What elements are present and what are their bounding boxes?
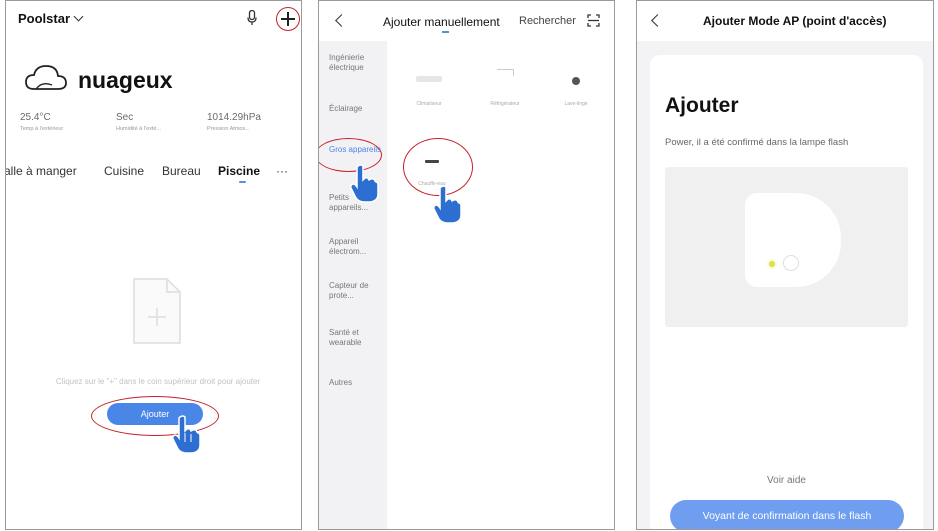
device-refrigerateur[interactable]: Réfrigérateur (475, 101, 535, 107)
led-indicator (769, 261, 775, 267)
sidebar-item-appareil-electrom[interactable]: Appareil électrom... (329, 237, 387, 257)
category-sidebar: Ingénierie électrique Éclairage Gros app… (319, 41, 387, 529)
hand-pointer-icon (433, 185, 462, 224)
cloud-icon (25, 65, 67, 90)
humidity-stat: Sec Humidité à l'exté... (116, 112, 161, 132)
sidebar-item-sante[interactable]: Santé et wearable (329, 328, 387, 348)
tab-bureau[interactable]: Bureau (162, 164, 201, 178)
page-title: Ajouter Mode AP (point d'accès) (703, 14, 887, 28)
temperature-label: Temp à l'extérieur (20, 126, 64, 132)
title-text: Ajouter (703, 14, 745, 28)
pressure-stat: 1014.29hPa Pression Atmos... (207, 112, 261, 132)
home-screen-panel: Poolstar nuageux 25.4°C Temp à l'extérie… (5, 0, 302, 530)
temperature-value: 25.4°C (20, 112, 51, 123)
tab-cuisine[interactable]: Cuisine (104, 164, 144, 178)
active-tab-indicator (239, 181, 246, 183)
page-title: Ajouter manuellement (383, 15, 500, 29)
sidebar-item-capteur[interactable]: Capteur de prote... (329, 281, 387, 301)
humidity-value: Sec (116, 112, 134, 123)
chevron-down-icon (73, 11, 84, 22)
pressure-label: Pression Atmos... (207, 126, 250, 132)
sidebar-item-ingenierie[interactable]: Ingénierie électrique (329, 53, 387, 73)
plus-icon[interactable] (276, 7, 300, 31)
temperature-stat: 25.4°C Temp à l'extérieur (20, 112, 63, 132)
microphone-icon[interactable] (247, 10, 257, 26)
washing-machine-icon (572, 77, 580, 85)
home-name: Poolstar (18, 11, 71, 26)
confirm-flash-button[interactable]: Voyant de confirmation dans le flash (670, 500, 904, 529)
hand-pointer-icon (172, 415, 201, 454)
tab-salle-a-manger[interactable]: alle à manger (6, 164, 77, 178)
help-link[interactable]: Voir aide (650, 475, 923, 486)
scan-icon[interactable] (587, 14, 600, 27)
mode-selector[interactable]: Mode AP (point d'accès) (748, 14, 886, 28)
button-ring (783, 255, 799, 271)
device-lave-linge[interactable]: Lave-linge (546, 101, 606, 107)
hand-pointer-icon (350, 164, 379, 203)
humidity-label: Humidité à l'exté... (116, 126, 162, 132)
more-rooms-button[interactable]: ··· (276, 164, 288, 178)
tab-piscine[interactable]: Piscine (218, 164, 260, 178)
search-tab[interactable]: Rechercher (519, 15, 576, 27)
empty-state-hint: Cliquez sur le "+" dans le coin supérieu… (55, 377, 261, 386)
ap-mode-panel: Ajouter Mode AP (point d'accès) Ajouter … (636, 0, 934, 530)
lamp-device (745, 193, 841, 287)
back-arrow-icon[interactable] (335, 14, 348, 27)
add-manually-panel: Ajouter manuellement Rechercher Ingénier… (318, 0, 615, 530)
device-climatiseur[interactable]: Climatiseur (399, 101, 459, 107)
card-subtitle: Power, il a été confirmé dans la lampe f… (665, 137, 849, 148)
sidebar-item-autres[interactable]: Autres (329, 378, 387, 388)
title-indicator (442, 31, 449, 33)
sidebar-item-eclairage[interactable]: Éclairage (329, 104, 387, 114)
air-conditioner-icon (416, 76, 442, 82)
back-arrow-icon[interactable] (651, 14, 664, 27)
home-selector[interactable]: Poolstar (18, 11, 84, 26)
weather-condition: nuageux (78, 67, 173, 93)
instruction-card: Ajouter Power, il a été confirmé dans la… (650, 55, 923, 529)
card-heading: Ajouter (665, 94, 739, 117)
document-icon (133, 278, 181, 344)
lamp-illustration (665, 167, 908, 327)
pressure-value: 1014.29hPa (207, 112, 261, 123)
refrigerator-icon (497, 69, 514, 76)
header: Ajouter Mode AP (point d'accès) (637, 1, 933, 41)
